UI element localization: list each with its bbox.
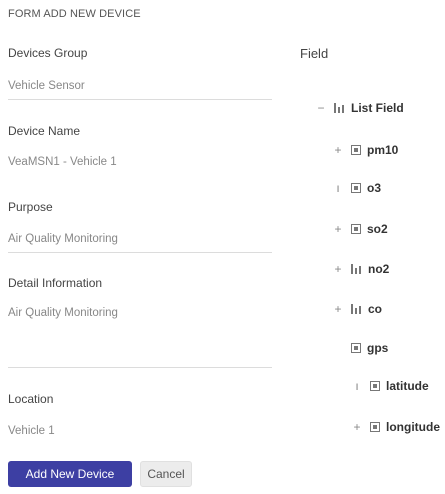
tree-item-gps[interactable]: gps <box>333 340 388 356</box>
detail-information-label: Detail Information <box>8 276 103 290</box>
tree-item-longitude[interactable]: + longitude <box>352 419 440 435</box>
bar-list-icon <box>351 304 362 314</box>
device-name-label: Device Name <box>8 124 81 138</box>
expand-icon[interactable]: + <box>333 222 343 236</box>
detail-information-underline <box>8 367 272 368</box>
devices-group-underline <box>8 99 272 100</box>
box-icon <box>370 381 380 391</box>
leaf-marker-icon: ı <box>355 379 359 393</box>
devices-group-label: Devices Group <box>8 46 88 60</box>
expand-icon[interactable]: + <box>333 143 343 157</box>
field-heading: Field <box>300 46 329 61</box>
box-icon <box>351 343 361 353</box>
collapse-icon[interactable]: − <box>316 101 326 115</box>
expand-icon[interactable]: + <box>333 302 343 316</box>
box-icon <box>351 224 361 234</box>
tree-item-label: o3 <box>367 181 382 195</box>
tree-item-label: co <box>368 302 383 316</box>
tree-item-co[interactable]: + co <box>333 301 382 317</box>
box-icon <box>370 422 380 432</box>
tree-root-label: List Field <box>351 101 404 115</box>
tree-item-label: no2 <box>368 262 390 276</box>
tree-item-so2[interactable]: + so2 <box>333 221 388 237</box>
tree-item-label: gps <box>367 341 389 355</box>
tree-item-latitude[interactable]: ı latitude <box>352 378 429 394</box>
tree-item-o3[interactable]: ı o3 <box>333 180 381 196</box>
tree-root-list-field[interactable]: − List Field <box>316 100 404 116</box>
tree-item-label: so2 <box>367 222 388 236</box>
leaf-marker-icon: ı <box>336 181 340 195</box>
box-icon <box>351 183 361 193</box>
location-input[interactable]: Vehicle 1 <box>8 425 55 437</box>
expand-icon[interactable]: + <box>333 262 343 276</box>
tree-item-label: pm10 <box>367 143 399 157</box>
expand-icon[interactable]: + <box>352 420 362 434</box>
tree-item-label: longitude <box>386 420 440 434</box>
add-new-device-button[interactable]: Add New Device <box>8 461 132 487</box>
tree-item-no2[interactable]: + no2 <box>333 261 389 277</box>
cancel-button[interactable]: Cancel <box>140 461 192 487</box>
tree-item-label: latitude <box>386 379 429 393</box>
device-name-input[interactable]: VeaMSN1 - Vehicle 1 <box>8 156 117 168</box>
purpose-input[interactable]: Air Quality Monitoring <box>8 233 118 245</box>
detail-information-input[interactable]: Air Quality Monitoring <box>8 307 118 319</box>
tree-item-pm10[interactable]: + pm10 <box>333 142 398 158</box>
purpose-underline <box>8 252 272 253</box>
box-icon <box>351 145 361 155</box>
purpose-label: Purpose <box>8 200 53 214</box>
form-title: FORM ADD NEW DEVICE <box>8 8 141 20</box>
location-label: Location <box>8 392 54 406</box>
bar-list-icon <box>334 103 345 113</box>
bar-list-icon <box>351 264 362 274</box>
devices-group-input[interactable]: Vehicle Sensor <box>8 80 85 92</box>
